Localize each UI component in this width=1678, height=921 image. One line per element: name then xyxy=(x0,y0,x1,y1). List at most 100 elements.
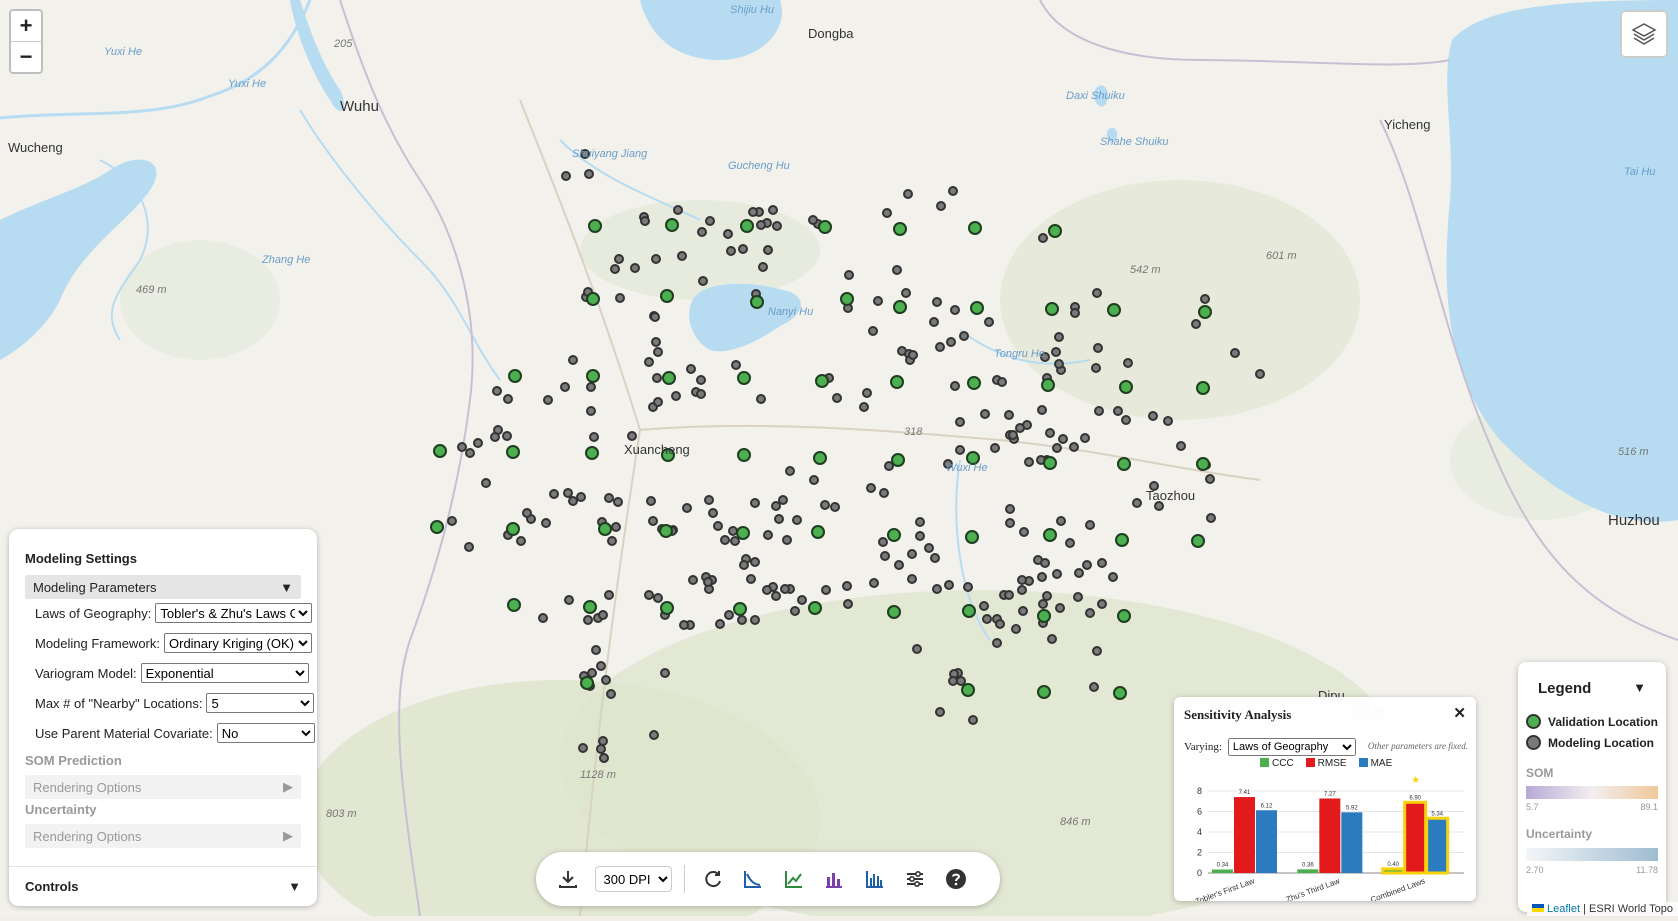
modeling-location[interactable] xyxy=(1093,343,1103,353)
modeling-location[interactable] xyxy=(880,551,890,561)
modeling-location[interactable] xyxy=(653,593,663,603)
modeling-location[interactable] xyxy=(583,615,593,625)
modeling-location[interactable] xyxy=(955,417,965,427)
layers-button[interactable] xyxy=(1620,10,1668,58)
modeling-location[interactable] xyxy=(932,584,942,594)
validation-location[interactable] xyxy=(887,605,901,619)
modeling-location[interactable] xyxy=(696,375,706,385)
validation-location[interactable] xyxy=(961,683,975,697)
leaflet-link[interactable]: Leaflet xyxy=(1547,903,1580,915)
validation-location[interactable] xyxy=(662,371,676,385)
modeling-location[interactable] xyxy=(830,502,840,512)
modeling-location[interactable] xyxy=(756,220,766,230)
modeling-location[interactable] xyxy=(1004,410,1014,420)
modeling-location[interactable] xyxy=(1085,608,1095,618)
modeling-location[interactable] xyxy=(465,448,475,458)
modeling-location[interactable] xyxy=(748,207,758,217)
validation-location[interactable] xyxy=(962,604,976,618)
modeling-location[interactable] xyxy=(866,483,876,493)
modeling-location[interactable] xyxy=(1038,599,1048,609)
modeling-location[interactable] xyxy=(737,615,747,625)
validation-location[interactable] xyxy=(586,292,600,306)
modeling-location[interactable] xyxy=(481,478,491,488)
modeling-location[interactable] xyxy=(1206,513,1216,523)
validation-location[interactable] xyxy=(1196,381,1210,395)
modeling-location[interactable] xyxy=(1040,558,1050,568)
modeling-location[interactable] xyxy=(859,402,869,412)
modeling-location[interactable] xyxy=(821,585,831,595)
modeling-location[interactable] xyxy=(1024,457,1034,467)
validation-location[interactable] xyxy=(967,376,981,390)
modeling-location[interactable] xyxy=(1082,560,1092,570)
validation-location[interactable] xyxy=(1198,305,1212,319)
sensitivity-button[interactable] xyxy=(860,863,889,895)
modeling-location[interactable] xyxy=(750,557,760,567)
validation-location[interactable] xyxy=(507,598,521,612)
validation-location[interactable] xyxy=(1107,303,1121,317)
modeling-location[interactable] xyxy=(614,254,624,264)
modeling-location[interactable] xyxy=(596,661,606,671)
modeling-location[interactable] xyxy=(790,606,800,616)
modeling-location[interactable] xyxy=(522,508,532,518)
modeling-location[interactable] xyxy=(464,542,474,552)
modeling-location[interactable] xyxy=(1005,518,1015,528)
validation-location[interactable] xyxy=(1117,457,1131,471)
modeling-location[interactable] xyxy=(946,337,956,347)
modeling-location[interactable] xyxy=(708,508,718,518)
validation-location[interactable] xyxy=(1196,457,1210,471)
modeling-location[interactable] xyxy=(894,560,904,570)
modeling-location[interactable] xyxy=(750,615,760,625)
modeling-location[interactable] xyxy=(1121,415,1131,425)
validation-location[interactable] xyxy=(818,220,832,234)
modeling-location[interactable] xyxy=(1091,363,1101,373)
refresh-button[interactable] xyxy=(698,863,727,895)
modeling-location[interactable] xyxy=(1004,590,1014,600)
modeling-location[interactable] xyxy=(671,391,681,401)
modeling-location[interactable] xyxy=(651,337,661,347)
modeling-location[interactable] xyxy=(763,530,773,540)
modeling-location[interactable] xyxy=(948,676,958,686)
modeling-location[interactable] xyxy=(948,186,958,196)
modeling-location[interactable] xyxy=(935,342,945,352)
validation-location[interactable] xyxy=(840,292,854,306)
modeling-location[interactable] xyxy=(808,215,818,225)
validation-location[interactable] xyxy=(737,448,751,462)
modeling-location[interactable] xyxy=(686,364,696,374)
modeling-location[interactable] xyxy=(606,689,616,699)
modeling-location[interactable] xyxy=(679,620,689,630)
modeling-location[interactable] xyxy=(563,488,573,498)
modeling-location[interactable] xyxy=(968,715,978,725)
validation-location[interactable] xyxy=(808,601,822,615)
validation-location[interactable] xyxy=(1113,686,1127,700)
modeling-location[interactable] xyxy=(640,216,650,226)
modeling-location[interactable] xyxy=(929,317,939,327)
modeling-location[interactable] xyxy=(586,406,596,416)
modeling-location[interactable] xyxy=(739,560,749,570)
modeling-location[interactable] xyxy=(768,205,778,215)
variogram-select[interactable]: Exponential xyxy=(140,663,309,683)
modeling-location[interactable] xyxy=(1042,591,1052,601)
validation-location[interactable] xyxy=(893,222,907,236)
modeling-location[interactable] xyxy=(1017,575,1027,585)
modeling-location[interactable] xyxy=(873,296,883,306)
modeling-location[interactable] xyxy=(502,431,512,441)
modeling-location[interactable] xyxy=(1074,568,1084,578)
settings-button[interactable] xyxy=(901,863,930,895)
modeling-location[interactable] xyxy=(771,591,781,601)
modeling-location[interactable] xyxy=(924,543,934,553)
modeling-location[interactable] xyxy=(697,227,707,237)
validation-location[interactable] xyxy=(736,526,750,540)
modeling-location[interactable] xyxy=(956,676,966,686)
modeling-location[interactable] xyxy=(782,535,792,545)
modeling-location[interactable] xyxy=(604,493,614,503)
validation-location[interactable] xyxy=(891,453,905,467)
validation-location[interactable] xyxy=(660,601,674,615)
modeling-location[interactable] xyxy=(599,753,609,763)
validation-location[interactable] xyxy=(733,602,747,616)
modeling-location[interactable] xyxy=(907,549,917,559)
modeling-location[interactable] xyxy=(995,619,1005,629)
laws-select[interactable]: Tobler's & Zhu's Laws Co xyxy=(155,603,313,623)
modeling-location[interactable] xyxy=(1094,406,1104,416)
parent-material-select[interactable]: No xyxy=(216,723,315,743)
modeling-location[interactable] xyxy=(1191,319,1201,329)
